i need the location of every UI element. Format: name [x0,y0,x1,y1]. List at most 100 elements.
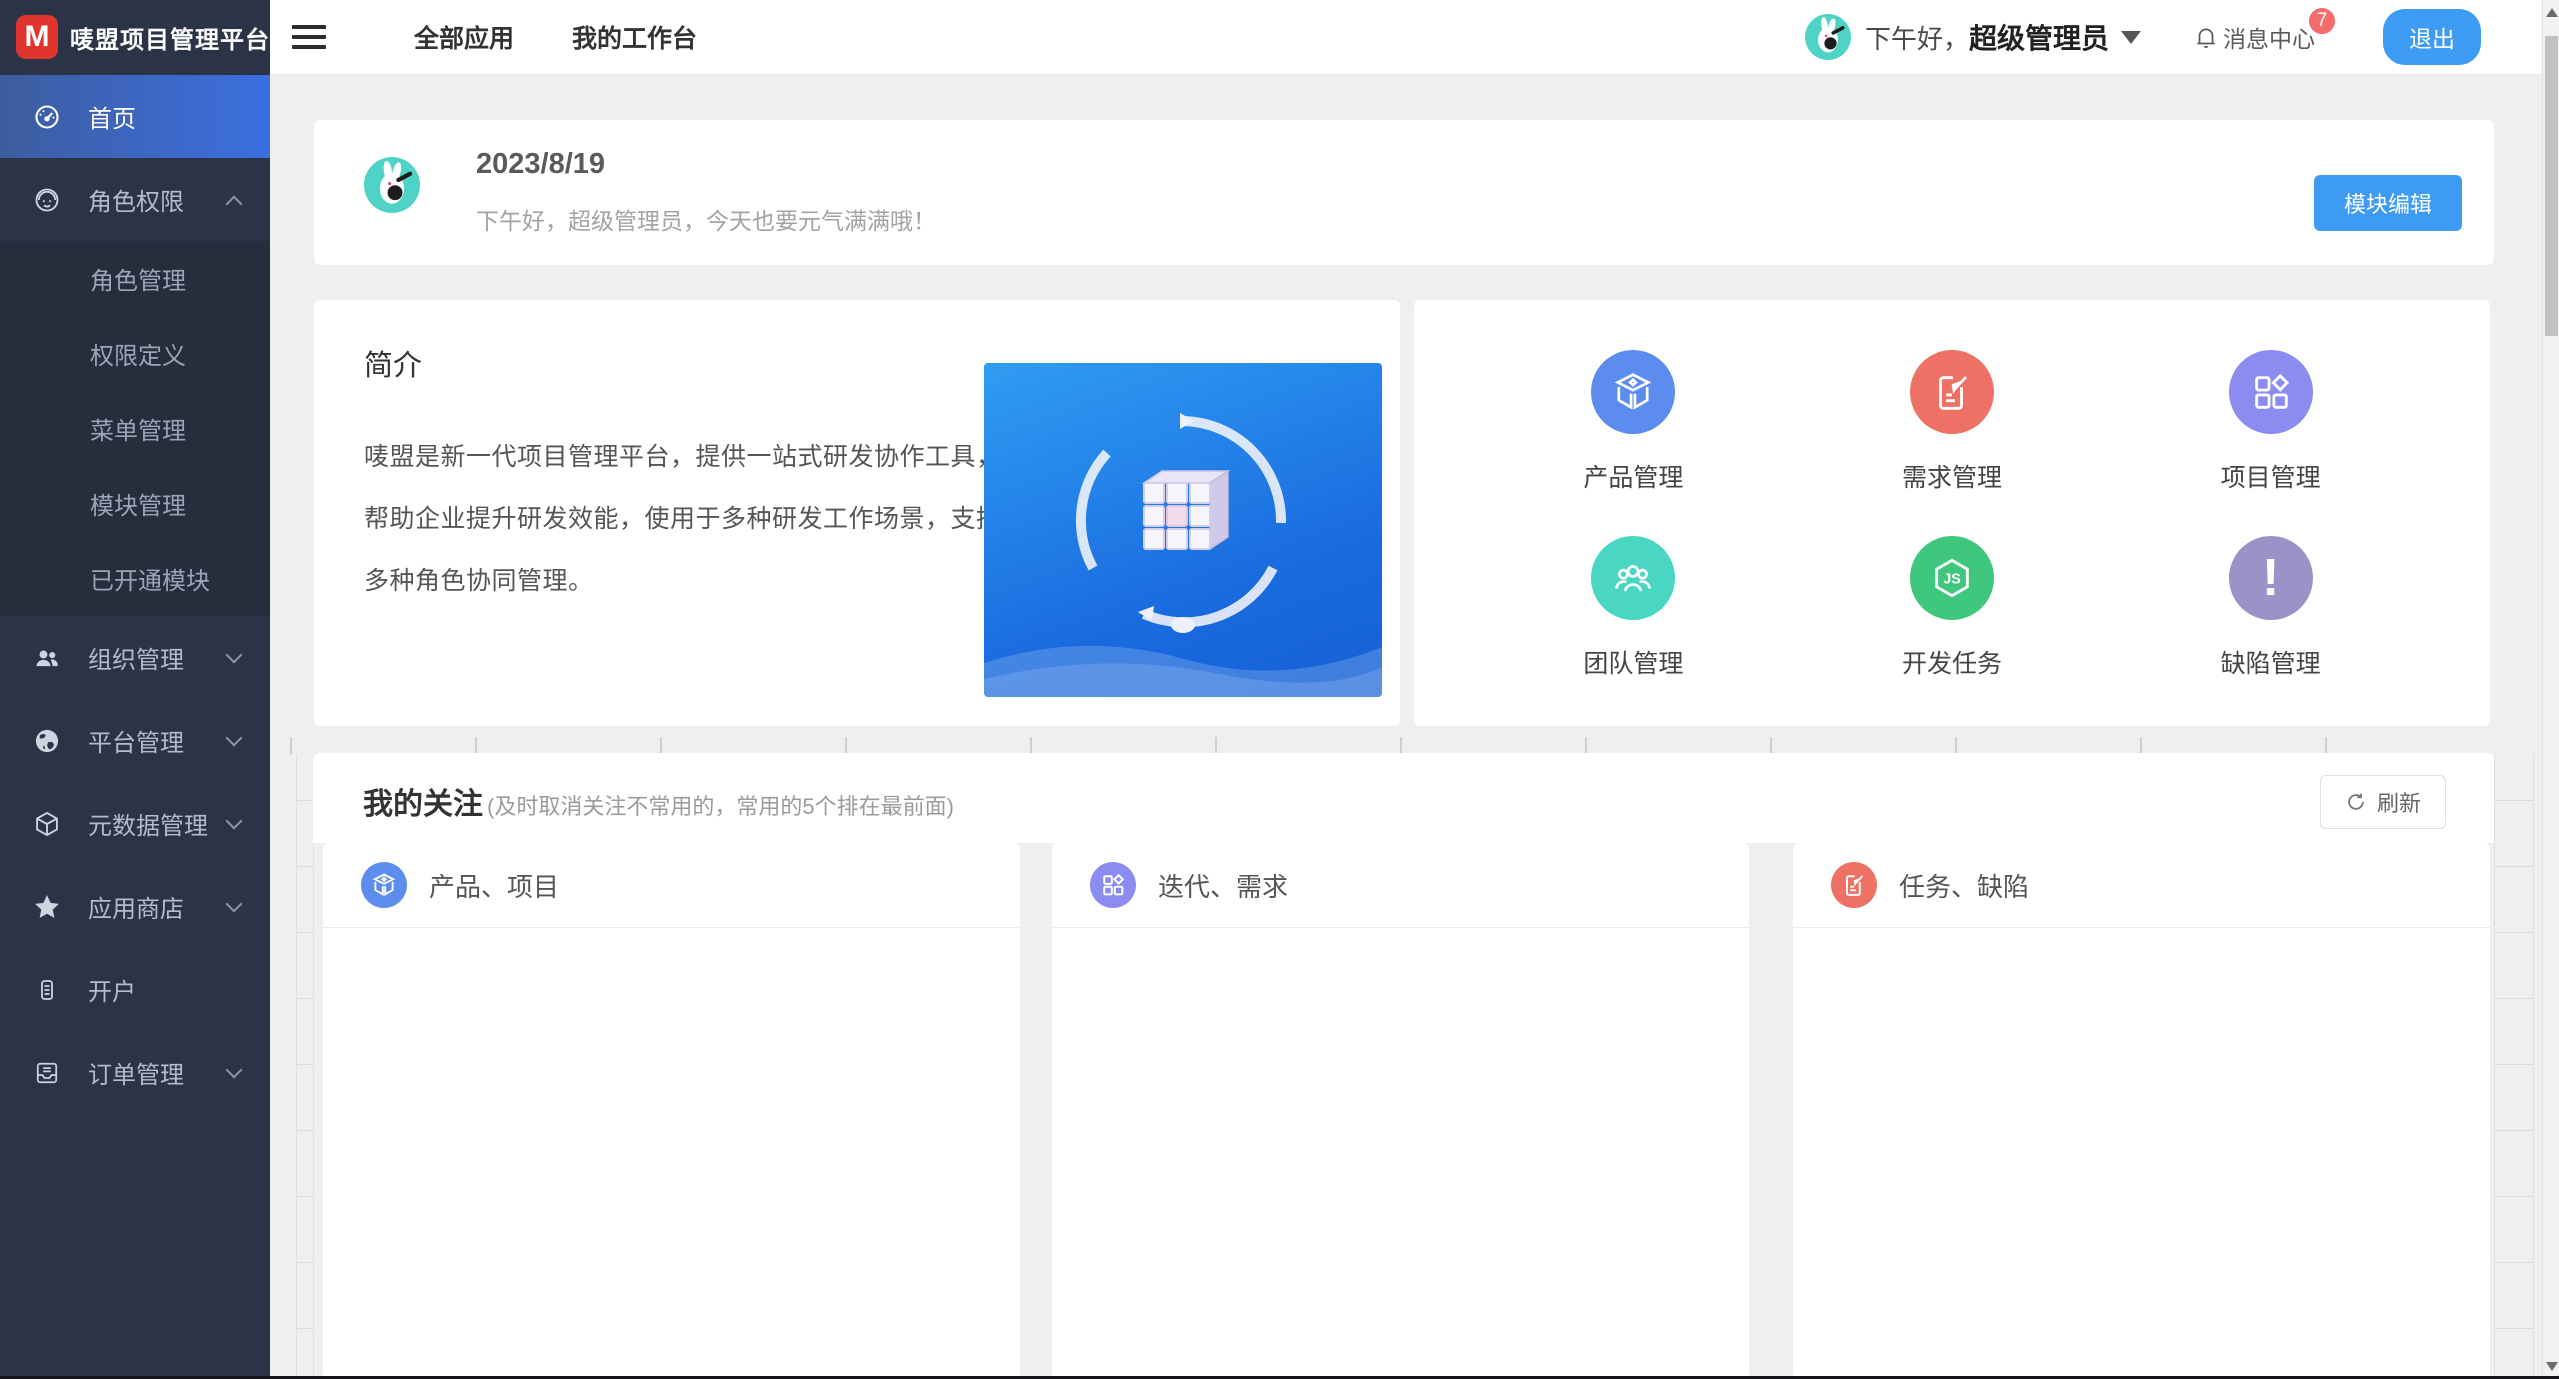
sidebar-item-label: 首页 [88,99,136,134]
module-label: 需求管理 [1902,458,2002,494]
sidebar-subitem-permission-definition[interactable]: 权限定义 [0,316,270,391]
module-label: 缺陷管理 [2221,644,2321,680]
top-header: M 唛盟项目管理平台 全部应用 我的工作台 下午好， 超级管理员 [0,0,2559,75]
organization-icon [32,644,62,672]
nav-all-apps[interactable]: 全部应用 [414,19,514,55]
sidebar-item-order-management[interactable]: 订单管理 [0,1031,270,1114]
username: 超级管理员 [1969,17,2109,57]
rabbit-avatar-icon [364,157,420,213]
module-requirement-management[interactable]: 需求管理 [1793,338,2112,524]
dashboard-icon [32,103,62,131]
sidebar-item-label: 应用商店 [88,889,184,924]
intro-card: 简介 唛盟是新一代项目管理平台，提供一站式研发协作工具，帮助企业提升研发效能，使… [314,300,1400,726]
scroll-down-arrow-icon[interactable] [2546,1362,2558,1371]
logo: M 唛盟项目管理平台 [0,0,270,75]
bell-icon [2193,24,2219,50]
follow-card-tasks-defects: 任务、缺陷 [1793,843,2490,1379]
sidebar-item-label: 开户 [88,972,136,1007]
greeting-prefix: 下午好， [1865,19,1969,56]
sidebar-subitem-role-management[interactable]: 角色管理 [0,241,270,316]
chevron-down-icon [226,647,243,664]
sidebar-item-app-store[interactable]: 应用商店 [0,865,270,948]
intro-illustration [984,363,1382,697]
sidebar-subitem-opened-modules[interactable]: 已开通模块 [0,541,270,616]
welcome-avatar [364,157,420,213]
defect-exclamation-icon: ! [2229,536,2313,620]
follow-card-label: 产品、项目 [429,867,559,904]
sidebar-item-label: 元数据管理 [88,806,208,841]
follow-card-label: 迭代、需求 [1158,867,1288,904]
message-center-label: 消息中心 [2223,20,2315,54]
module-dev-task[interactable]: JS 开发任务 [1793,524,2112,710]
sidebar-item-label: 平台管理 [88,723,184,758]
follow-card-header[interactable]: 任务、缺陷 [1793,843,2490,928]
follow-card-label: 任务、缺陷 [1899,867,2029,904]
module-edit-button[interactable]: 模块编辑 [2314,175,2462,231]
chevron-up-icon [226,196,243,213]
hamburger-menu-icon[interactable] [292,19,326,55]
app-title: 唛盟项目管理平台 [70,20,270,55]
my-follow-subtitle: (及时取消关注不常用的，常用的5个排在最前面) [487,789,954,821]
sidebar-item-role-permission[interactable]: 角色权限 [0,158,270,241]
rabbit-avatar-icon [1805,14,1851,60]
chevron-down-icon [2121,31,2141,44]
project-component-icon [2229,350,2313,434]
module-label: 项目管理 [2221,458,2321,494]
my-follow-title: 我的关注 [363,779,483,823]
modules-card: 产品管理 需求管理 项目管理 [1414,300,2490,726]
role-icon [32,186,62,214]
sidebar-item-home[interactable]: 首页 [0,75,270,158]
module-project-management[interactable]: 项目管理 [2111,338,2430,524]
follow-card-header[interactable]: 迭代、需求 [1052,843,1749,928]
user-avatar[interactable] [1805,14,1851,60]
message-center-button[interactable]: 消息中心 7 [2193,20,2315,54]
svg-text:JS: JS [1943,571,1961,587]
sidebar-item-organization[interactable]: 组织管理 [0,616,270,699]
module-team-management[interactable]: 团队管理 [1474,524,1793,710]
follow-card-header[interactable]: 产品、项目 [323,843,1020,928]
message-badge: 7 [2307,6,2337,36]
scrollbar-thumb[interactable] [2545,36,2558,336]
refresh-button[interactable]: 刷新 [2320,775,2446,829]
metadata-cube-icon [32,810,62,838]
chevron-down-icon [226,1062,243,1079]
my-follow-header: 我的关注 (及时取消关注不常用的，常用的5个排在最前面) 刷新 [313,753,2494,843]
sidebar-item-label: 角色权限 [88,182,184,217]
team-icon [1591,536,1675,620]
follow-card-products-projects: 产品、项目 [323,843,1020,1379]
user-greeting-dropdown[interactable]: 下午好， 超级管理员 [1865,17,2141,57]
sidebar-item-platform[interactable]: 平台管理 [0,699,270,782]
module-label: 团队管理 [1583,644,1683,680]
product-cube-icon [361,862,407,908]
project-component-icon [1090,862,1136,908]
sidebar-subitem-menu-management[interactable]: 菜单管理 [0,391,270,466]
intro-body: 唛盟是新一代项目管理平台，提供一站式研发协作工具，帮助企业提升研发效能，使用于多… [364,426,1019,612]
welcome-message: 下午好，超级管理员，今天也要元气满满哦！ [476,202,936,236]
nodejs-icon: JS [1910,536,1994,620]
background-grid-left [296,755,314,1379]
module-defect-management[interactable]: ! 缺陷管理 [2111,524,2430,710]
logo-m-icon: M [16,15,58,59]
sidebar-item-metadata[interactable]: 元数据管理 [0,782,270,865]
scroll-up-arrow-icon[interactable] [2546,8,2558,17]
requirement-doc-icon [1831,862,1877,908]
star-icon [32,892,62,922]
chevron-down-icon [226,896,243,913]
background-grid-right [2494,755,2534,1379]
module-label: 产品管理 [1583,458,1683,494]
logout-button[interactable]: 退出 [2383,9,2481,65]
requirement-doc-icon [1910,350,1994,434]
module-label: 开发任务 [1902,644,2002,680]
chevron-down-icon [226,730,243,747]
refresh-icon [2345,791,2367,813]
vertical-scrollbar[interactable] [2542,0,2559,1379]
refresh-label: 刷新 [2377,786,2421,818]
sidebar-item-open-account[interactable]: 开户 [0,948,270,1031]
sidebar-subitem-module-management[interactable]: 模块管理 [0,466,270,541]
order-icon [32,1060,62,1086]
sidebar: 首页 角色权限 角色管理 权限定义 菜单管理 模块管理 已开通模块 组织管理 [0,75,270,1376]
welcome-date: 2023/8/19 [476,148,605,181]
nav-my-workspace[interactable]: 我的工作台 [572,19,697,55]
module-product-management[interactable]: 产品管理 [1474,338,1793,524]
globe-icon [32,727,62,755]
